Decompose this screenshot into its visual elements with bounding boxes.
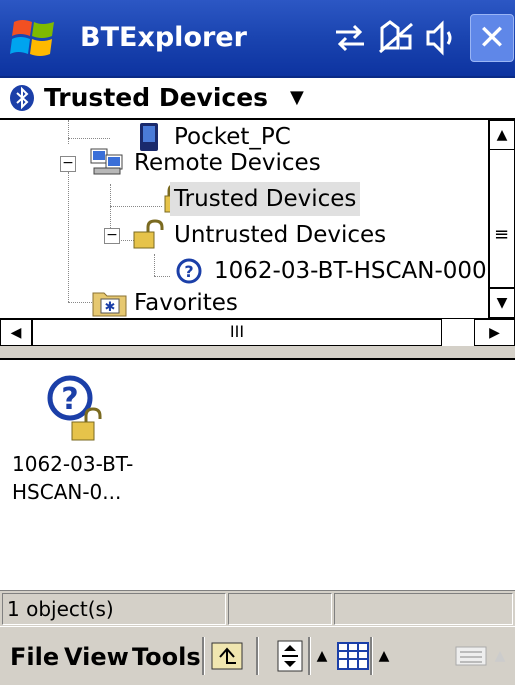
close-button[interactable]: ✕ — [470, 14, 514, 62]
status-panel — [334, 593, 513, 625]
status-count: 1 object(s) — [2, 593, 226, 625]
location-bar[interactable]: Trusted Devices ▼ — [0, 78, 515, 120]
tree-item-label: Remote Devices — [134, 150, 321, 176]
svg-text:?: ? — [184, 262, 193, 281]
content-pane[interactable]: ? 1062-03-BT- HSCAN-0... — [0, 360, 515, 588]
app-title: BTExplorer — [80, 22, 247, 53]
signal-off-icon[interactable] — [376, 18, 416, 58]
location-title[interactable]: Trusted Devices — [44, 78, 268, 118]
status-bar: 1 object(s) — [0, 590, 515, 627]
tree-item-label: Untrusted Devices — [174, 222, 387, 248]
name-line: 1062-03-BT- — [12, 452, 134, 476]
chevron-up-icon[interactable]: ▲ — [492, 639, 508, 673]
scroll-thumb[interactable]: ≡ — [489, 190, 515, 288]
tree-connector — [68, 120, 69, 144]
scroll-thumb[interactable]: III — [32, 319, 442, 346]
status-panel — [228, 593, 332, 625]
tree-item-label: Trusted Devices — [170, 182, 361, 216]
chevron-up-icon[interactable]: ▲ — [376, 639, 392, 673]
name-line: HSCAN-0... — [12, 480, 122, 504]
separator — [370, 637, 373, 675]
pane-splitter[interactable] — [0, 346, 515, 360]
vertical-scrollbar[interactable]: ▲ ≡ ▼ — [488, 120, 515, 318]
folder-up-icon[interactable] — [210, 639, 244, 673]
menu-view[interactable]: View — [64, 627, 129, 685]
collapse-icon[interactable]: − — [104, 228, 120, 244]
lock-open-icon — [133, 219, 164, 249]
menu-tools[interactable]: Tools — [132, 627, 201, 685]
volume-icon[interactable] — [420, 18, 460, 58]
tree-connector — [68, 138, 110, 139]
tree-view[interactable]: Pocket_PC − Remote Devices Trusted Devic… — [0, 120, 488, 318]
favorites-folder-icon: ✱ — [92, 292, 127, 317]
svg-text:?: ? — [61, 382, 78, 417]
windows-flag-icon[interactable] — [10, 14, 58, 62]
unknown-device-icon: ? — [176, 258, 202, 284]
tree-item-label: Favorites — [134, 290, 238, 316]
collapse-icon[interactable]: − — [60, 156, 76, 172]
title-bar: BTExplorer ✕ — [0, 0, 515, 78]
sort-icon[interactable] — [274, 639, 308, 673]
menu-file[interactable]: File — [10, 627, 59, 685]
unknown-device-unlocked-icon: ? — [47, 375, 102, 441]
chevron-up-icon[interactable]: ▲ — [314, 639, 330, 673]
tree-connector — [154, 276, 170, 277]
computer-network-icon — [90, 148, 123, 175]
scroll-down-button[interactable]: ▼ — [489, 288, 515, 318]
connectivity-icon[interactable] — [330, 18, 370, 58]
separator — [202, 637, 205, 675]
scroll-right-button[interactable]: ▶ — [474, 319, 515, 346]
bluetooth-icon — [10, 85, 34, 111]
horizontal-scrollbar[interactable]: ◀ III ▶ — [0, 318, 515, 347]
menu-bar: File View Tools ▲ ▲ ▲ — [0, 626, 515, 685]
svg-text:✱: ✱ — [105, 300, 116, 315]
list-view-icon[interactable] — [336, 639, 370, 673]
tree-item-label: 1062-03-BT-HSCAN-00050 — [214, 258, 488, 284]
scroll-track[interactable] — [489, 150, 515, 190]
scroll-up-button[interactable]: ▲ — [489, 120, 515, 150]
scroll-left-button[interactable]: ◀ — [0, 319, 32, 346]
separator — [256, 637, 259, 675]
grip-icon: ≡ — [494, 224, 510, 245]
tree-connector — [154, 254, 155, 276]
tree-connector — [68, 172, 69, 302]
tree-connector — [110, 206, 162, 207]
separator — [308, 637, 311, 675]
content-item-device[interactable]: ? 1062-03-BT- HSCAN-0... — [12, 372, 162, 512]
chevron-down-icon[interactable]: ▼ — [290, 84, 304, 112]
keyboard-icon[interactable] — [454, 639, 492, 673]
content-item-name: 1062-03-BT- HSCAN-0... — [12, 450, 152, 506]
